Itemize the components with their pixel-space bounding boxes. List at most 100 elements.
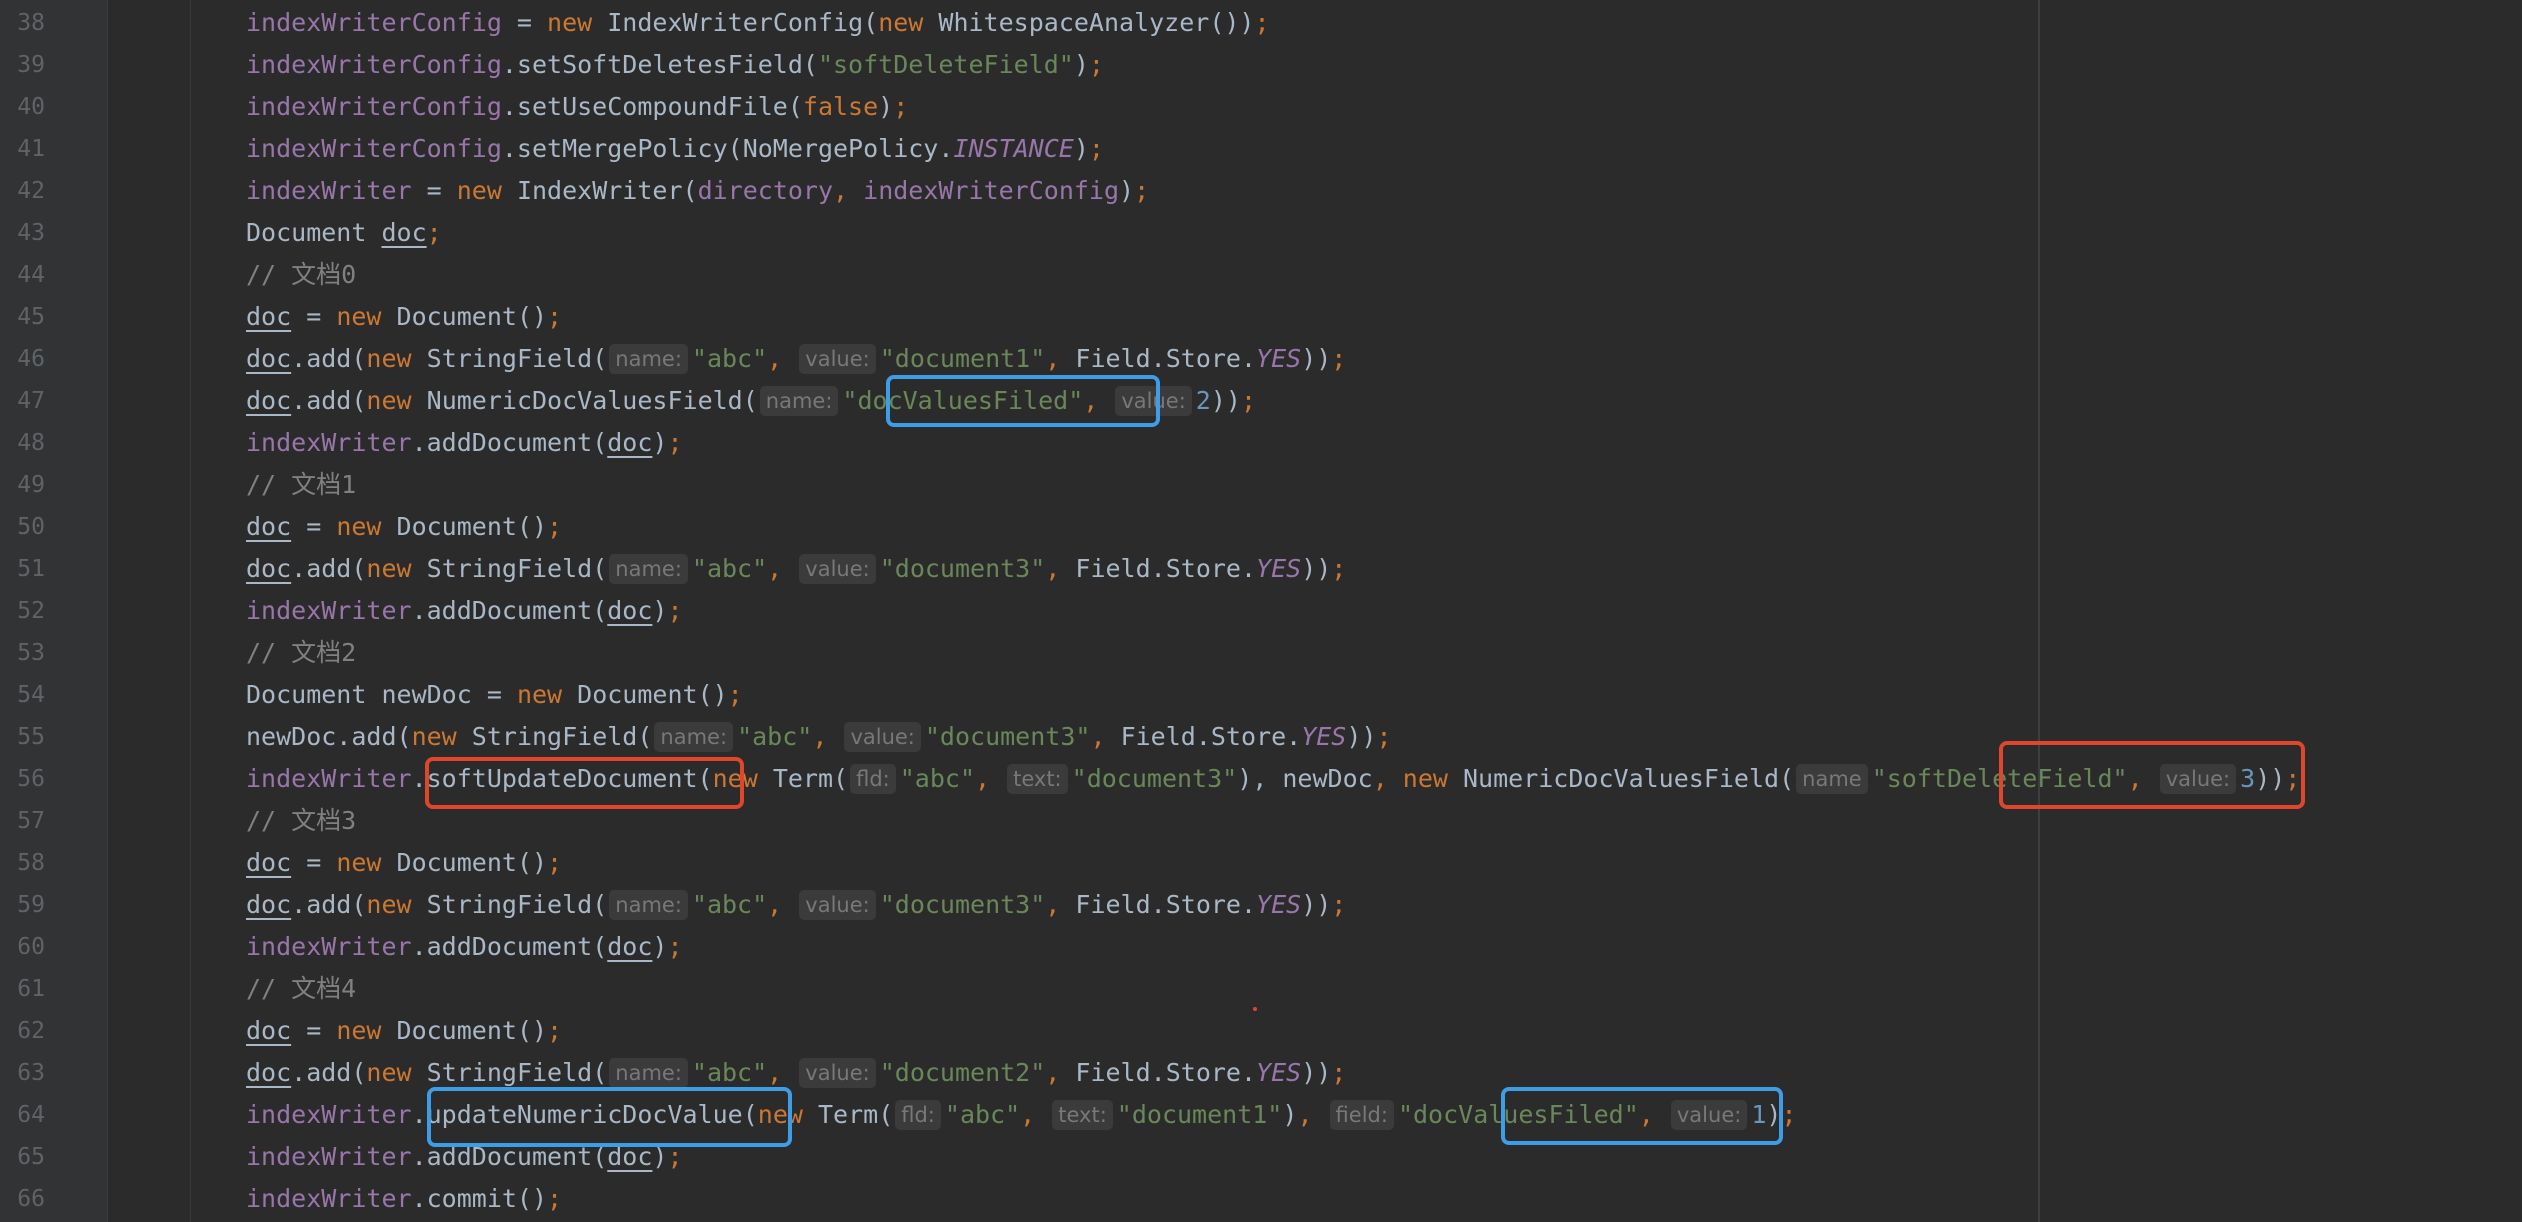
- string-literal: "document1": [879, 344, 1046, 373]
- code-token: ): [878, 92, 894, 121]
- code-token: .commit(): [411, 1184, 548, 1213]
- parameter-hint: fld:: [895, 1100, 941, 1130]
- code-text[interactable]: doc.add(new StringField(name: "abc", valu…: [246, 338, 1346, 380]
- line-number: 49: [17, 472, 45, 498]
- keyword-token: false: [802, 92, 879, 121]
- code-text[interactable]: indexWriter.addDocument(doc);: [246, 926, 683, 968]
- code-token: IndexWriter(: [516, 176, 698, 205]
- code-token: doc: [246, 302, 292, 331]
- code-token: doc: [246, 386, 292, 415]
- code-token: doc: [246, 512, 292, 541]
- keyword-token: ;: [1240, 386, 1257, 415]
- code-token: doc: [246, 890, 292, 919]
- red-dot-marker: [1253, 1007, 1257, 1011]
- keyword-token: ;: [1134, 176, 1150, 205]
- code-text[interactable]: indexWriter.commit();: [246, 1178, 562, 1220]
- code-token: =: [411, 176, 457, 205]
- code-text[interactable]: newDoc.add(new StringField(name: "abc", v…: [246, 716, 1392, 758]
- code-token: newDoc.add(: [246, 722, 412, 751]
- keyword-token: ;: [1376, 722, 1392, 751]
- parameter-hint: value:: [844, 722, 921, 752]
- code-token: indexWriterConfig: [246, 50, 502, 79]
- line-number: 57: [17, 808, 45, 834]
- code-text[interactable]: doc.add(new StringField(name: "abc", valu…: [246, 1052, 1346, 1094]
- keyword-token: new: [366, 554, 427, 583]
- code-token: ): [1073, 50, 1089, 79]
- code-text[interactable]: Document doc;: [246, 212, 442, 254]
- line-number: 58: [17, 850, 45, 876]
- code-token: Document(): [396, 512, 548, 541]
- parameter-hint: name:: [759, 386, 839, 416]
- code-token: Term(: [817, 1100, 894, 1129]
- code-text[interactable]: indexWriter.addDocument(doc);: [246, 590, 683, 632]
- code-token: doc: [246, 1016, 292, 1045]
- keyword-token: ;: [547, 1184, 563, 1213]
- code-text[interactable]: indexWriter = new IndexWriter(directory,…: [246, 170, 1149, 212]
- keyword-token: new: [336, 1016, 397, 1045]
- code-token: YES: [1301, 722, 1347, 751]
- code-text[interactable]: doc.add(new StringField(name: "abc", valu…: [246, 884, 1346, 926]
- string-literal: "document3": [924, 722, 1091, 751]
- code-text[interactable]: doc.add(new StringField(name: "abc", valu…: [246, 548, 1346, 590]
- code-token: indexWriter: [246, 428, 412, 457]
- code-token: ): [652, 596, 668, 625]
- line-number: 52: [17, 598, 45, 624]
- keyword-token: new: [366, 890, 427, 919]
- code-token: NumericDocValuesField(: [1463, 764, 1795, 793]
- string-literal: "document3": [879, 554, 1046, 583]
- keyword-token: new: [878, 8, 939, 37]
- code-text[interactable]: Document newDoc = new Document();: [246, 674, 743, 716]
- line-number: 46: [17, 346, 45, 372]
- code-token: Document(): [577, 680, 728, 709]
- line-number: 54: [17, 682, 45, 708]
- line-number: 48: [17, 430, 45, 456]
- keyword-token: ,: [1090, 722, 1121, 751]
- line-number: 44: [17, 262, 45, 288]
- keyword-token: ;: [547, 848, 563, 877]
- code-text[interactable]: doc = new Document();: [246, 842, 562, 884]
- code-text[interactable]: doc = new Document();: [246, 506, 562, 548]
- keyword-token: new: [336, 848, 397, 877]
- line-number: 47: [17, 388, 45, 414]
- code-text[interactable]: // 文档3: [246, 800, 356, 842]
- code-text[interactable]: indexWriterConfig.setMergePolicy(NoMerge…: [246, 128, 1104, 170]
- code-token: .addDocument(: [411, 932, 608, 961]
- code-token: YES: [1256, 554, 1302, 583]
- code-token: WhitespaceAnalyzer()): [938, 8, 1255, 37]
- gutter-separator: [107, 0, 108, 1222]
- keyword-token: ;: [667, 932, 683, 961]
- code-token: doc: [246, 1058, 292, 1087]
- code-text[interactable]: // 文档0: [246, 254, 356, 296]
- code-token: Field.Store.: [1075, 344, 1257, 373]
- code-text[interactable]: // 文档4: [246, 968, 356, 1010]
- string-literal: "softDeleteField": [817, 50, 1074, 79]
- code-text[interactable]: // 文档2: [246, 632, 356, 674]
- line-number: 53: [17, 640, 45, 666]
- code-text[interactable]: indexWriterConfig = new IndexWriterConfi…: [246, 2, 1270, 44]
- code-text[interactable]: doc = new Document();: [246, 296, 562, 338]
- code-text[interactable]: doc = new Document();: [246, 1010, 562, 1052]
- code-token: StringField(: [426, 1058, 608, 1087]
- line-number: 56: [17, 766, 45, 792]
- code-text[interactable]: indexWriterConfig.setUseCompoundFile(fal…: [246, 86, 908, 128]
- code-token: directory: [697, 176, 834, 205]
- parameter-hint: value:: [799, 554, 876, 584]
- code-token: =: [501, 8, 548, 37]
- code-token: .setSoftDeletesField(: [501, 50, 818, 79]
- code-text[interactable]: // 文档1: [246, 464, 356, 506]
- code-token: indexWriter: [246, 1142, 412, 1171]
- keyword-token: ;: [1331, 1058, 1347, 1087]
- code-token: .add(: [291, 344, 367, 373]
- line-number: 41: [17, 136, 45, 162]
- keyword-token: ;: [667, 596, 683, 625]
- code-token: .setUseCompoundFile(: [501, 92, 803, 121]
- keyword-token: ,: [812, 722, 843, 751]
- indent-guide: [190, 0, 191, 1222]
- code-token: indexWriter: [246, 932, 412, 961]
- code-token: )): [1301, 890, 1332, 919]
- code-text[interactable]: indexWriterConfig.setSoftDeletesField("s…: [246, 44, 1104, 86]
- string-literal: "document1": [1116, 1100, 1283, 1129]
- line-number: 38: [17, 10, 45, 36]
- code-text[interactable]: indexWriter.addDocument(doc);: [246, 422, 683, 464]
- code-comment: // 文档1: [246, 470, 357, 499]
